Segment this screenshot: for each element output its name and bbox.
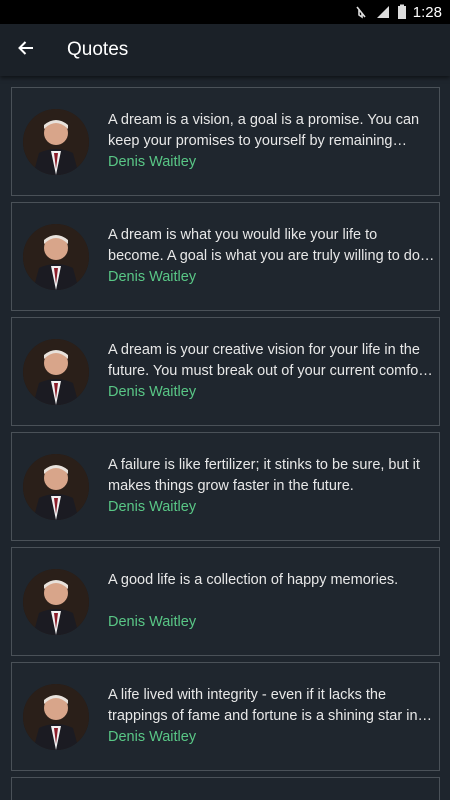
back-button[interactable] [0, 24, 52, 76]
quote-author: Denis Waitley [108, 499, 197, 515]
quote-card[interactable]: A dream is your creative vision for your… [11, 317, 440, 426]
author-avatar [23, 568, 89, 635]
author-avatar [23, 683, 89, 750]
quote-text: A dream is a vision, a goal is a promise… [108, 112, 420, 149]
quote-card[interactable]: A failure is like fertilizer; it stinks … [11, 432, 440, 541]
quote-card[interactable]: A dream is a vision, a goal is a promise… [11, 87, 440, 196]
status-time: 1:28 [412, 3, 442, 21]
author-avatar [23, 223, 89, 290]
author-avatar [23, 108, 89, 175]
quote-author: Denis Waitley [108, 384, 197, 400]
quote-card[interactable] [11, 777, 440, 800]
author-avatar [23, 338, 89, 405]
quote-text: A failure is like fertilizer; it stinks … [108, 457, 420, 494]
quote-author: Denis Waitley [108, 614, 197, 630]
quote-card[interactable]: A dream is what you would like your life… [11, 202, 440, 311]
arrow-left-icon [17, 39, 35, 62]
quote-text: A dream is your creative vision for your… [108, 342, 433, 379]
status-bar: 1:28 [0, 0, 450, 24]
quote-text: A good life is a collection of happy mem… [108, 572, 399, 588]
quote-text: A life lived with integrity - even if it… [108, 687, 433, 724]
author-avatar [23, 453, 89, 520]
quote-list[interactable]: A dream is a vision, a goal is a promise… [11, 87, 440, 800]
quote-author: Denis Waitley [108, 729, 197, 745]
app-bar: Quotes [0, 24, 450, 76]
page-title: Quotes [67, 39, 129, 60]
battery-icon [397, 4, 407, 20]
quote-card[interactable]: A life lived with integrity - even if it… [11, 662, 440, 771]
quote-author: Denis Waitley [108, 154, 197, 170]
quote-text: A dream is what you would like your life… [108, 227, 435, 264]
mute-icon [353, 4, 369, 20]
quote-card[interactable]: A good life is a collection of happy mem… [11, 547, 440, 656]
signal-icon [375, 4, 391, 20]
quote-author: Denis Waitley [108, 269, 197, 285]
